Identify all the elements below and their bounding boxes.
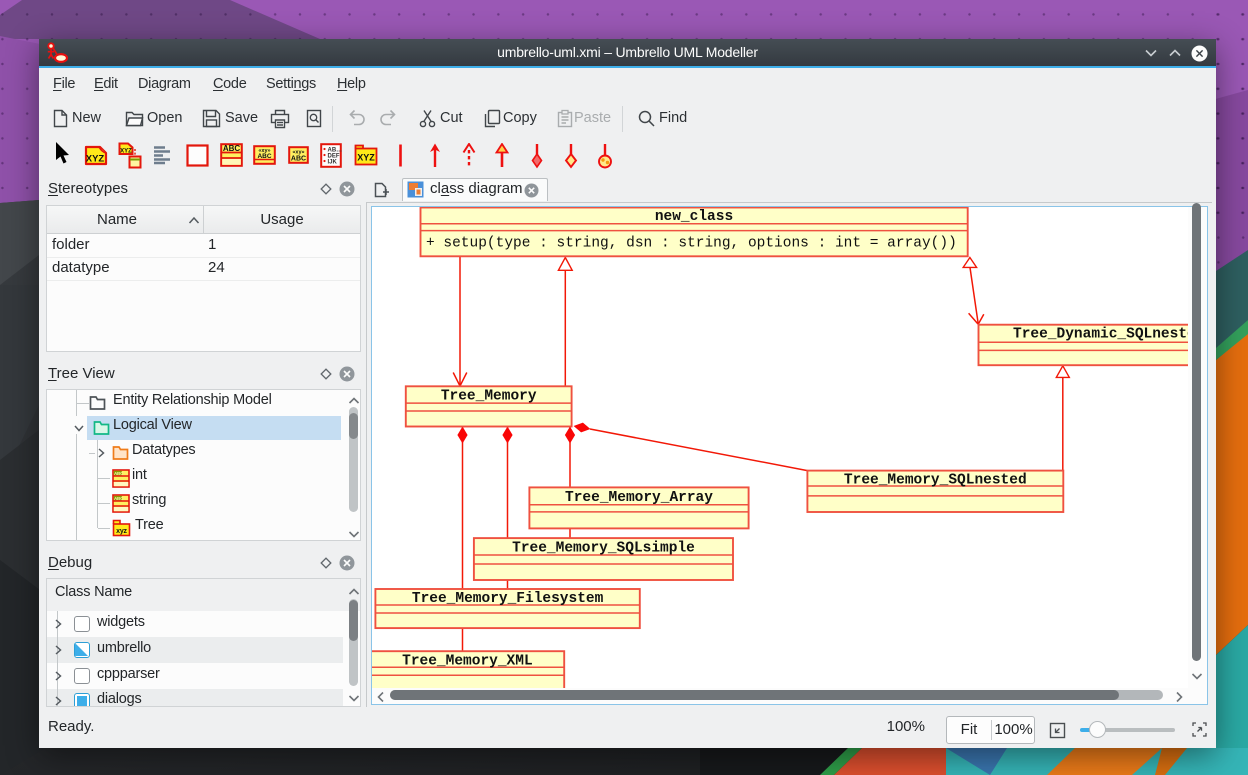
svg-text:ABC: ABC xyxy=(114,496,124,501)
svg-text:XYZ: XYZ xyxy=(357,153,375,163)
svg-text:XYZ: XYZ xyxy=(86,154,105,165)
svg-text:ABC: ABC xyxy=(114,471,124,476)
svg-text:ABC: ABC xyxy=(291,156,306,163)
svg-text:xyz: xyz xyxy=(116,528,127,535)
svg-text:XYZ: XYZ xyxy=(120,149,132,155)
svg-text:IJK: IJK xyxy=(328,160,338,166)
